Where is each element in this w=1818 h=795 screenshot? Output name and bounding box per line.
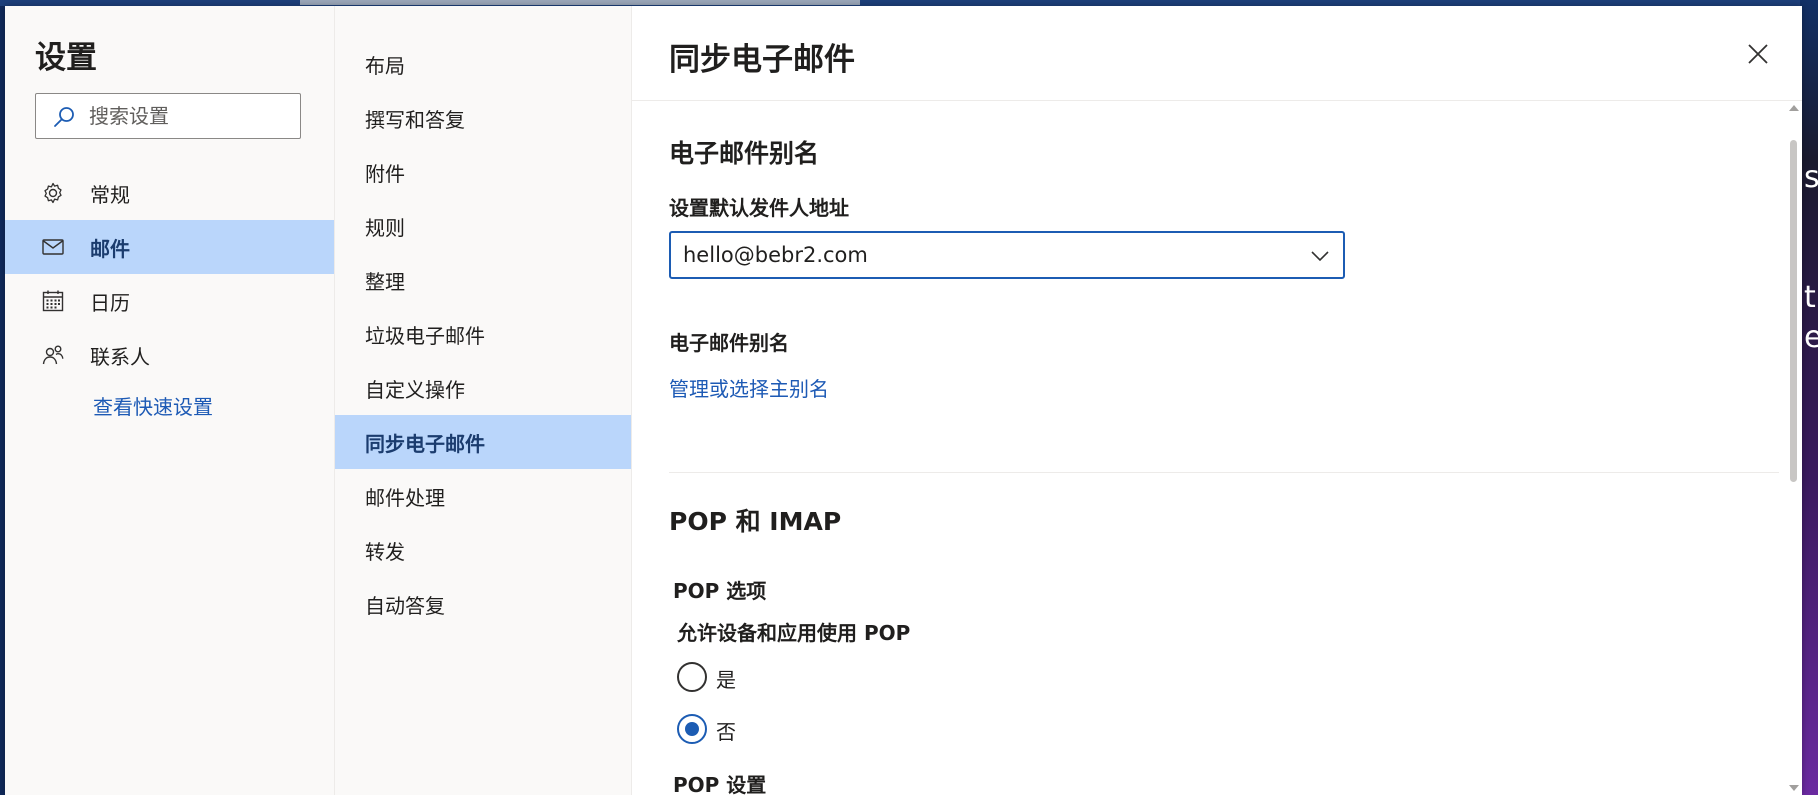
section-title-email-aliases: 电子邮件别名	[669, 139, 820, 168]
category-label: 布局	[365, 54, 405, 78]
pop-settings-label: POP 设置	[673, 773, 767, 795]
scroll-thumb[interactable]	[1790, 140, 1797, 482]
nav-item-mail[interactable]: 邮件	[5, 220, 334, 274]
category-item-compose-reply[interactable]: 撰写和答复	[335, 91, 631, 145]
mail-icon	[42, 239, 64, 255]
pop-no-radio[interactable]	[677, 714, 707, 744]
calendar-icon	[42, 290, 64, 312]
category-item-layout[interactable]: 布局	[335, 37, 631, 91]
pop-yes-label: 是	[716, 668, 736, 692]
background-glyph: e	[1804, 320, 1818, 355]
nav-item-calendar[interactable]: 日历	[5, 274, 334, 328]
nav-item-people[interactable]: 联系人	[5, 328, 334, 382]
screen: s t e 设置 常规	[0, 0, 1818, 795]
category-label: 自动答复	[365, 594, 445, 618]
settings-dialog: 设置 常规 邮件	[5, 6, 1802, 795]
category-list: 布局 撰写和答复 附件 规则 整理 垃圾电子邮件 自定义操作 同步电子邮件 邮件…	[334, 6, 632, 795]
section-divider	[669, 472, 1779, 473]
category-item-sweep[interactable]: 整理	[335, 253, 631, 307]
settings-title: 设置	[35, 40, 97, 76]
pop-options-label: POP 选项	[673, 579, 767, 603]
scroll-down-arrow-icon[interactable]	[1789, 785, 1799, 791]
gear-icon	[44, 182, 62, 204]
default-from-label: 设置默认发件人地址	[669, 196, 849, 220]
allow-pop-label: 允许设备和应用使用 POP	[677, 621, 911, 645]
nav-item-general[interactable]: 常规	[5, 166, 334, 220]
scroll-up-arrow-icon[interactable]	[1789, 105, 1799, 111]
category-label: 整理	[365, 270, 405, 294]
content-pane: 同步电子邮件 电子邮件别名 设置默认发件人地址 hello@bebr2.com …	[632, 6, 1802, 795]
chevron-down-icon	[1311, 251, 1329, 262]
search-icon	[54, 107, 74, 127]
nav-item-label: 日历	[90, 291, 130, 315]
nav-item-label: 邮件	[90, 237, 130, 261]
quick-settings-link[interactable]: 查看快速设置	[93, 391, 213, 420]
pop-yes-radio[interactable]	[677, 662, 707, 692]
vertical-scrollbar[interactable]	[1786, 101, 1802, 795]
aliases-label: 电子邮件别名	[669, 331, 789, 355]
category-label: 自定义操作	[365, 378, 465, 402]
category-item-custom-actions[interactable]: 自定义操作	[335, 361, 631, 415]
close-icon[interactable]	[1745, 41, 1771, 67]
category-label: 邮件处理	[365, 486, 445, 510]
background-glyph: t	[1804, 280, 1816, 315]
pop-no-label: 否	[716, 720, 736, 744]
background-glyph: s	[1804, 160, 1818, 195]
section-title-pop-imap: POP 和 IMAP	[669, 507, 842, 536]
category-item-sync-email[interactable]: 同步电子邮件	[335, 415, 631, 469]
background-lightbar	[300, 0, 860, 5]
category-item-junk-email[interactable]: 垃圾电子邮件	[335, 307, 631, 361]
content-header: 同步电子邮件	[632, 6, 1802, 101]
category-item-forwarding[interactable]: 转发	[335, 523, 631, 577]
category-label: 规则	[365, 216, 405, 240]
search-box[interactable]	[35, 93, 301, 139]
default-from-select[interactable]: hello@bebr2.com	[669, 231, 1345, 279]
background-app-edge: s t e	[1800, 0, 1818, 795]
nav-item-label: 联系人	[90, 345, 150, 369]
category-item-attachments[interactable]: 附件	[335, 145, 631, 199]
page-title: 同步电子邮件	[669, 42, 855, 78]
nav-item-label: 常规	[90, 183, 130, 207]
category-item-rules[interactable]: 规则	[335, 199, 631, 253]
category-label: 同步电子邮件	[365, 432, 485, 456]
category-item-message-handling[interactable]: 邮件处理	[335, 469, 631, 523]
manage-aliases-link[interactable]: 管理或选择主别名	[669, 373, 829, 402]
settings-nav: 设置 常规 邮件	[5, 6, 334, 795]
category-item-automatic-replies[interactable]: 自动答复	[335, 577, 631, 631]
default-from-value: hello@bebr2.com	[683, 243, 868, 267]
category-label: 转发	[365, 540, 405, 564]
search-input[interactable]	[89, 102, 289, 130]
people-icon	[42, 345, 64, 365]
category-label: 垃圾电子邮件	[365, 324, 485, 348]
category-label: 撰写和答复	[365, 108, 465, 132]
settings-scroll-area[interactable]: 电子邮件别名 设置默认发件人地址 hello@bebr2.com 电子邮件别名 …	[632, 101, 1802, 795]
category-label: 附件	[365, 162, 405, 186]
